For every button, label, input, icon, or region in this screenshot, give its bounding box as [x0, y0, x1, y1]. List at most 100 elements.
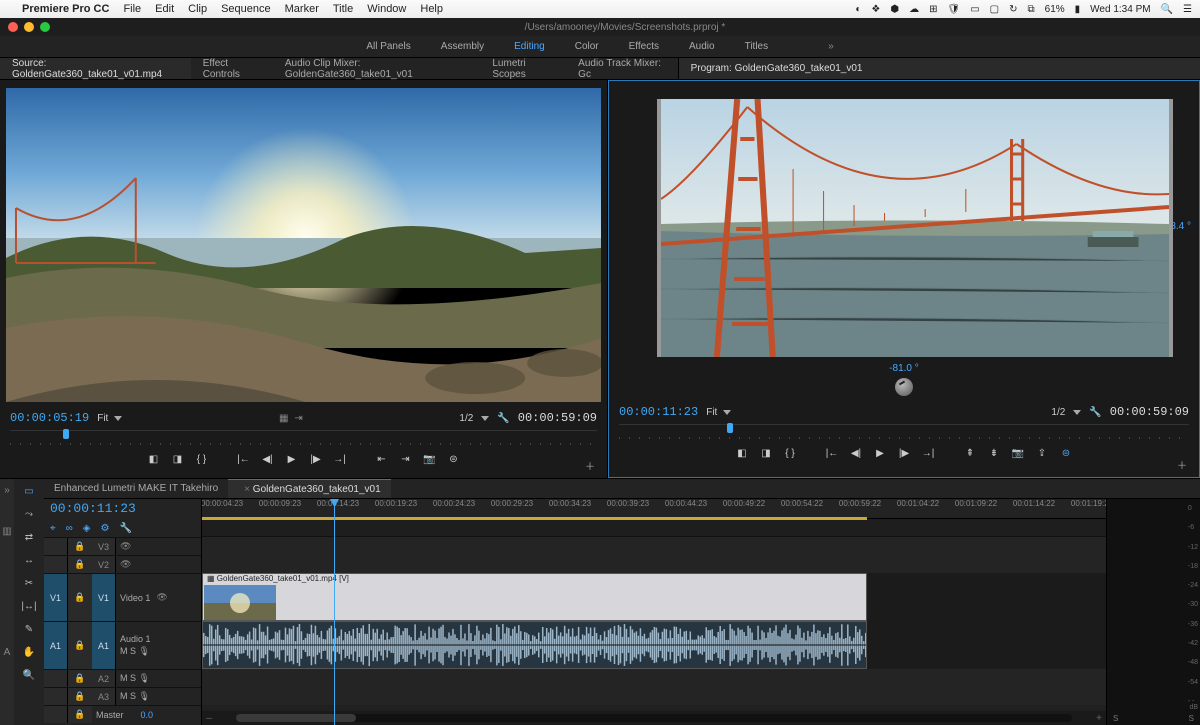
- spotlight-icon[interactable]: 🔍: [1161, 4, 1173, 15]
- insert-button[interactable]: ⇤: [375, 452, 389, 466]
- go-out-button[interactable]: →|: [921, 446, 935, 460]
- solo-right[interactable]: S: [1189, 714, 1194, 723]
- close-icon[interactable]: ×: [244, 484, 250, 495]
- eye-icon[interactable]: 👁: [120, 541, 131, 552]
- vr-icon[interactable]: ⊜: [447, 452, 461, 466]
- airplay-icon[interactable]: ▢: [990, 4, 999, 15]
- ws-overflow-icon[interactable]: »: [828, 41, 834, 52]
- selection-tool[interactable]: ▭: [20, 483, 38, 499]
- rotation-knob[interactable]: [895, 378, 913, 396]
- wrench-icon[interactable]: 🔧: [497, 413, 509, 424]
- menu-help[interactable]: Help: [420, 3, 443, 15]
- close-button[interactable]: [8, 22, 18, 32]
- cloud-icon[interactable]: ☁: [909, 4, 919, 15]
- panel-icon[interactable]: ▥: [2, 526, 11, 537]
- minimize-button[interactable]: [24, 22, 34, 32]
- wifi-icon[interactable]: ⧉: [1028, 4, 1035, 15]
- mark-in-button[interactable]: ◧: [735, 446, 749, 460]
- tab-audio-clip-mixer[interactable]: Audio Clip Mixer: GoldenGate360_take01_v…: [273, 58, 480, 79]
- timeline-timecode[interactable]: 00:00:11:23: [50, 501, 136, 516]
- ws-titles[interactable]: Titles: [745, 41, 769, 52]
- battery-pct[interactable]: 61%: [1045, 4, 1065, 15]
- tab-lumetri-scopes[interactable]: Lumetri Scopes: [480, 58, 566, 79]
- razor-tool[interactable]: ✂: [20, 575, 38, 591]
- slip-tool[interactable]: |↔|: [20, 598, 38, 614]
- step-fwd-button[interactable]: |▶: [309, 452, 323, 466]
- mark-out-button[interactable]: ◨: [171, 452, 185, 466]
- seq-tab[interactable]: × GoldenGate360_take01_v01: [228, 479, 391, 498]
- play-button[interactable]: ▶: [285, 452, 299, 466]
- tab-source[interactable]: Source: GoldenGate360_take01_v01.mp4: [0, 58, 191, 79]
- program-resolution[interactable]: 1/2: [1051, 407, 1065, 418]
- track-header-v2[interactable]: 🔒V2👁: [44, 555, 201, 573]
- vr-icon[interactable]: ⊜: [1059, 446, 1073, 460]
- ripple-tool[interactable]: ⇄: [20, 529, 38, 545]
- mark-clip-button[interactable]: { }: [195, 452, 209, 466]
- wrench-icon[interactable]: 🔧: [1089, 407, 1101, 418]
- track-header-v1[interactable]: V1🔒V1Video 1👁: [44, 573, 201, 621]
- ws-color[interactable]: Color: [575, 41, 599, 52]
- menu-clip[interactable]: Clip: [188, 3, 207, 15]
- app-name[interactable]: Premiere Pro CC: [22, 3, 109, 15]
- solo-left[interactable]: S: [1113, 714, 1118, 723]
- export-frame-button[interactable]: 📷: [1011, 446, 1025, 460]
- go-in-button[interactable]: |←: [825, 446, 839, 460]
- ws-audio[interactable]: Audio: [689, 41, 715, 52]
- mark-out-button[interactable]: ◨: [759, 446, 773, 460]
- ws-all-panels[interactable]: All Panels: [366, 41, 410, 52]
- wrench-icon[interactable]: 🔧: [119, 523, 131, 534]
- go-in-button[interactable]: |←: [237, 452, 251, 466]
- shield-icon[interactable]: 🛡: [948, 4, 961, 15]
- program-playhead[interactable]: [727, 423, 733, 433]
- button-editor[interactable]: ＋: [1175, 457, 1189, 471]
- settings-icon[interactable]: ⇥: [294, 413, 302, 424]
- sync-icon[interactable]: ↻: [1009, 4, 1017, 15]
- menu-sequence[interactable]: Sequence: [221, 3, 271, 15]
- scroll-thumb[interactable]: [236, 714, 356, 722]
- share-icon[interactable]: ⇪: [1035, 446, 1049, 460]
- video-clip[interactable]: ▦ GoldenGate360_take01_v01.mp4 [V]: [202, 573, 867, 621]
- track-header-a1[interactable]: A1🔒A1Audio 1M S 🎙: [44, 621, 201, 669]
- clock[interactable]: Wed 1:34 PM: [1090, 4, 1150, 15]
- track-header-master[interactable]: 🔒Master 0.0: [44, 705, 201, 723]
- seq-tab[interactable]: Enhanced Lumetri MAKE IT Takehiro: [44, 479, 228, 498]
- ws-assembly[interactable]: Assembly: [441, 41, 484, 52]
- menu-file[interactable]: File: [123, 3, 141, 15]
- menu-icon[interactable]: ☰: [1183, 4, 1192, 15]
- source-viewer[interactable]: [6, 88, 601, 402]
- zoom-out-icon[interactable]: –: [202, 713, 216, 724]
- source-timecode[interactable]: 00:00:05:19: [10, 411, 89, 425]
- expand-icon[interactable]: »: [4, 485, 10, 496]
- status-icon[interactable]: ❖: [871, 4, 880, 15]
- marker-icon[interactable]: ◈: [83, 523, 91, 534]
- program-viewer[interactable]: [657, 99, 1173, 357]
- zoom-in-icon[interactable]: +: [1092, 713, 1106, 724]
- zoom-tool[interactable]: 🔍: [20, 667, 38, 683]
- step-back-button[interactable]: ◀|: [849, 446, 863, 460]
- button-editor[interactable]: ＋: [583, 458, 597, 472]
- menu-window[interactable]: Window: [367, 3, 406, 15]
- go-out-button[interactable]: →|: [333, 452, 347, 466]
- extract-button[interactable]: ⇟: [987, 446, 1001, 460]
- ws-effects[interactable]: Effects: [629, 41, 659, 52]
- program-zoom[interactable]: Fit: [706, 407, 731, 418]
- display-icon[interactable]: ▭: [970, 4, 979, 15]
- source-zoom[interactable]: Fit: [97, 413, 122, 424]
- program-scrubber[interactable]: [619, 424, 1189, 442]
- ws-editing[interactable]: Editing: [514, 41, 545, 52]
- panel-icon[interactable]: A: [4, 647, 11, 658]
- track-select-tool[interactable]: ⤳: [20, 506, 38, 522]
- link-icon[interactable]: ∞: [66, 523, 73, 534]
- eye-icon[interactable]: 👁: [120, 559, 131, 570]
- track-header-a3[interactable]: 🔒A3M S 🎙: [44, 687, 201, 705]
- zoom-button[interactable]: [40, 22, 50, 32]
- menu-title[interactable]: Title: [333, 3, 353, 15]
- status-icon[interactable]: ◐: [855, 4, 861, 15]
- lift-button[interactable]: ⇞: [963, 446, 977, 460]
- status-icon[interactable]: ⊞: [929, 4, 937, 15]
- tab-effect-controls[interactable]: Effect Controls: [191, 58, 273, 79]
- timeline-tracks[interactable]: 00:00:04:2300:00:09:2300:00:14:2300:00:1…: [202, 499, 1106, 725]
- track-header-a2[interactable]: 🔒A2M S 🎙: [44, 669, 201, 687]
- battery-icon[interactable]: ▮: [1075, 4, 1081, 15]
- hand-tool[interactable]: ✋: [20, 644, 38, 660]
